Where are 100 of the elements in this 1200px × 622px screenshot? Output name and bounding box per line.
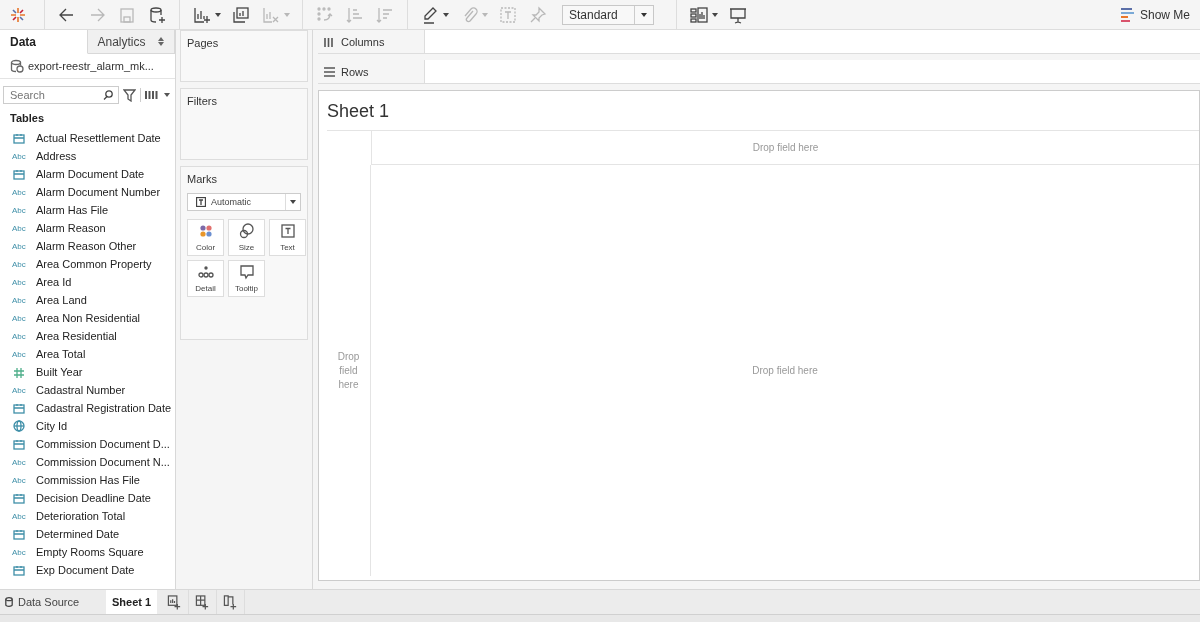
field-name[interactable]: Area Id <box>36 276 72 288</box>
data-type-label: Abc <box>12 223 26 233</box>
field-name[interactable]: Alarm Document Number <box>36 186 161 198</box>
text-label-icon <box>498 4 518 25</box>
pane-tab[interactable]: Analytics <box>87 30 175 54</box>
field-name[interactable]: Alarm Reason Other <box>36 240 137 252</box>
marks-color-button[interactable]: Color <box>187 219 224 256</box>
data-type-label: Abc <box>12 475 26 485</box>
search-field[interactable]: Search <box>3 86 119 104</box>
database-icon <box>5 597 13 607</box>
data-type-label: Abc <box>12 187 26 197</box>
field-name[interactable]: Cadastral Number <box>36 384 126 396</box>
filter-icon <box>123 88 136 102</box>
caret-icon <box>641 12 647 17</box>
color-dots-icon <box>197 223 214 239</box>
shelf-title: Filters <box>187 95 218 107</box>
calendar-icon <box>12 564 26 576</box>
calendar-icon <box>12 402 26 414</box>
field-name[interactable]: Area Non Residential <box>36 312 140 324</box>
show-me-button[interactable]: Show Me <box>1115 1 1194 28</box>
new-dashboard-icon <box>195 593 211 611</box>
field-name[interactable]: Alarm Reason <box>36 222 106 234</box>
caret-icon <box>215 12 221 17</box>
columns-icon <box>145 90 158 100</box>
globe-icon <box>12 420 26 432</box>
new-story-icon <box>223 593 239 611</box>
sheet-tab[interactable]: Sheet 1 <box>106 590 158 614</box>
field-name[interactable]: Cadastral Registration Date <box>36 402 172 414</box>
caret-icon <box>284 12 290 17</box>
field-name[interactable]: Commission Has File <box>36 474 140 486</box>
field-name[interactable]: Area Land <box>36 294 87 306</box>
calendar-icon <box>12 168 26 180</box>
sheet-tab[interactable]: Data Source <box>0 590 102 614</box>
field-name[interactable]: Alarm Has File <box>36 204 109 216</box>
data-type-label: Abc <box>12 241 26 251</box>
field-name[interactable]: Deterioration Total <box>36 510 126 522</box>
mark-type-dropdown[interactable]: Automatic <box>187 193 301 211</box>
data-type-label: Abc <box>12 151 26 161</box>
field-name[interactable]: City Id <box>36 420 68 432</box>
drop-hint: Drop field here <box>752 365 818 376</box>
shelf-label: Rows <box>318 60 425 83</box>
field-name[interactable]: Address <box>36 150 77 162</box>
text-box-icon <box>196 197 206 207</box>
data-type-label: Abc <box>12 457 26 467</box>
field-name[interactable]: Commission Document D... <box>36 438 170 450</box>
data-type-label: Abc <box>12 331 26 341</box>
sort-arrows-icon <box>158 37 164 46</box>
caret-icon <box>164 93 170 97</box>
field-name[interactable]: Built Year <box>36 366 83 378</box>
database-icon <box>10 59 24 73</box>
caret-icon <box>290 200 296 204</box>
data-type-label: Abc <box>12 511 26 521</box>
drop-hint: Drop field here <box>371 131 1199 165</box>
search-icon <box>103 90 113 100</box>
data-type-label: Abc <box>12 259 26 269</box>
data-type-label: Abc <box>12 313 26 323</box>
caret-icon <box>482 12 488 17</box>
sheet-title: Sheet 1 <box>327 100 391 123</box>
section-heading: Tables <box>9 111 46 126</box>
calendar-icon <box>12 492 26 504</box>
field-name[interactable]: Alarm Document Date <box>36 168 145 180</box>
calendar-icon <box>12 132 26 144</box>
field-name[interactable]: Empty Rooms Square <box>36 546 144 558</box>
field-name[interactable]: Determined Date <box>36 528 120 540</box>
field-name[interactable]: Exp Document Date <box>36 564 135 576</box>
bar-chart-icon <box>1119 7 1135 22</box>
data-type-label: Abc <box>12 547 26 557</box>
shelf-title: Pages <box>187 37 220 49</box>
marks-text-button[interactable]: Text <box>269 219 306 256</box>
marks-size-button[interactable]: Size <box>228 219 265 256</box>
new-worksheet-icon <box>167 593 183 611</box>
drop-hint: Drop field here <box>336 349 361 392</box>
hash-icon <box>12 366 26 378</box>
speech-bubble-icon <box>238 264 255 280</box>
caret-icon <box>712 12 718 17</box>
field-name[interactable]: Decision Deadline Date <box>36 492 151 504</box>
view-size-dropdown[interactable]: Standard <box>562 4 654 25</box>
view-options-button[interactable] <box>145 90 170 100</box>
data-type-label: Abc <box>12 295 26 305</box>
field-name[interactable]: Area Residential <box>36 330 117 342</box>
marks-detail-button[interactable]: Detail <box>187 260 224 297</box>
data-type-label: Abc <box>12 385 26 395</box>
card-title: Marks <box>187 173 218 185</box>
marks-tooltip-button[interactable]: Tooltip <box>228 260 265 297</box>
dots-icon <box>197 264 214 280</box>
data-source-name[interactable]: export-reestr_alarm_mk... <box>28 60 154 72</box>
field-name[interactable]: Actual Resettlement Date <box>36 132 161 144</box>
columns-icon <box>323 35 335 48</box>
field-name[interactable]: Area Total <box>36 348 86 360</box>
pane-tab[interactable]: Data <box>0 30 88 54</box>
rows-icon <box>323 65 335 78</box>
circles-icon <box>238 223 255 239</box>
field-name[interactable]: Commission Document N... <box>36 456 170 468</box>
text-box-icon <box>279 223 296 239</box>
duplicate-chart-icon <box>231 4 251 25</box>
pin-icon <box>528 4 548 25</box>
data-type-label: Abc <box>12 349 26 359</box>
add-database-icon <box>147 4 167 25</box>
calendar-icon <box>12 528 26 540</box>
field-name[interactable]: Area Common Property <box>36 258 152 270</box>
